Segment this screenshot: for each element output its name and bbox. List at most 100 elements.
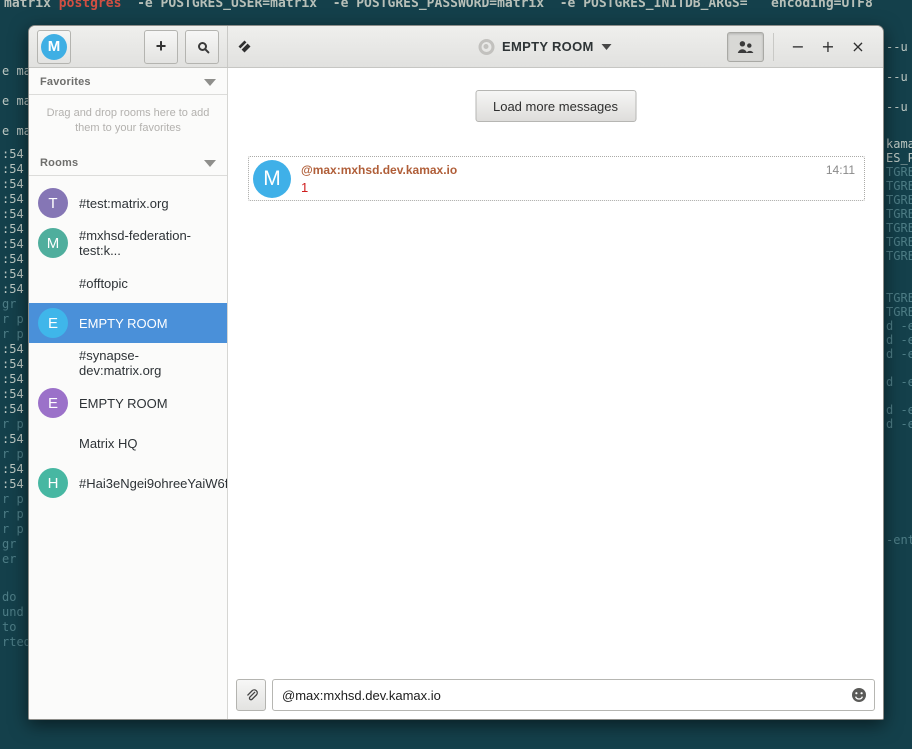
rooms-collapse-icon [204, 160, 216, 167]
terminal-text-fragment: gr [2, 297, 16, 311]
room-list-item[interactable]: T #test:matrix.org [29, 183, 227, 223]
room-name: #synapse-dev:matrix.org [79, 348, 218, 378]
maximize-button[interactable]: + [813, 32, 843, 62]
room-list-item[interactable]: E EMPTY ROOM [29, 383, 227, 423]
terminal-text-fragment: e ma [2, 124, 31, 138]
terminal-text-fragment: :54 [2, 342, 24, 356]
terminal-text-fragment: :54 [2, 357, 24, 371]
room-list-item[interactable]: E EMPTY ROOM [29, 303, 227, 343]
terminal-text-fragment: TGRE [886, 249, 912, 263]
room-avatar: T [38, 188, 68, 218]
terminal-text-fragment: e ma [2, 64, 31, 78]
attach-file-button[interactable] [236, 679, 266, 711]
user-account-button[interactable]: M [37, 30, 71, 64]
rooms-label: Rooms [40, 157, 78, 169]
chat-header: EMPTY ROOM − + × [228, 26, 883, 67]
terminal-text-fragment: und [2, 605, 24, 619]
terminal-text-fragment: d -e [886, 417, 912, 431]
room-avatar: H [38, 468, 68, 498]
favorites-label: Favorites [40, 76, 91, 88]
terminal-top-line: matrix postgres -e POSTGRES_USER=matrix … [4, 0, 873, 11]
terminal-left-edge: e mae mae ma:54:54:54:54:54:54:54:54:54:… [2, 0, 30, 749]
terminal-text-fragment: :54 [2, 432, 24, 446]
emoji-button[interactable] [851, 687, 867, 703]
terminal-text-fragment: TGRE [886, 207, 912, 221]
header-bar: M + EMPTY ROOM [29, 26, 883, 68]
message-input[interactable] [272, 679, 875, 711]
favorites-section-header[interactable]: Favorites [29, 76, 227, 95]
terminal-text-fragment: TGRE [886, 291, 912, 305]
terminal-text-fragment: :54 [2, 207, 24, 221]
close-button[interactable]: × [843, 32, 873, 62]
room-list-item[interactable]: #offtopic [29, 263, 227, 303]
terminal-text-fragment: --u [886, 70, 908, 84]
search-button[interactable] [185, 30, 219, 64]
window-controls: − + × [727, 32, 873, 62]
room-menu-icon[interactable] [238, 40, 251, 53]
terminal-text-fragment: TGRE [886, 193, 912, 207]
room-title-dropdown[interactable]: EMPTY ROOM [478, 26, 612, 67]
room-list-item[interactable]: M #mxhsd-federation-test:k... [29, 223, 227, 263]
room-name: EMPTY ROOM [79, 396, 168, 411]
room-list-item[interactable]: H #Hai3eNgei9ohreeYaiW6f... [29, 463, 227, 503]
minimize-button[interactable]: − [783, 32, 813, 62]
terminal-text-fragment: :54 [2, 177, 24, 191]
rooms-section-header[interactable]: Rooms [29, 157, 227, 176]
screen: matrix postgres -e POSTGRES_USER=matrix … [0, 0, 912, 749]
terminal-text-fragment: :54 [2, 462, 24, 476]
terminal-text-fragment: d -e [886, 347, 912, 361]
room-title: EMPTY ROOM [502, 39, 594, 54]
terminal-text-fragment: TGRE [886, 221, 912, 235]
terminal-text-fragment: :54 [2, 282, 24, 296]
user-avatar: M [41, 34, 67, 60]
terminal-text-fragment: gr [2, 537, 16, 551]
room-avatar: M [38, 228, 68, 258]
compose-bar [228, 674, 883, 719]
terminal-text-fragment: r p [2, 327, 24, 341]
terminal-text-fragment: :54 [2, 162, 24, 176]
terminal-text-fragment: -ent [886, 533, 912, 547]
terminal-text-fragment: :54 [2, 477, 24, 491]
favorites-hint: Drag and drop rooms here to add them to … [42, 106, 214, 136]
message-avatar: M [253, 160, 291, 198]
terminal-text-fragment: --u [886, 100, 908, 114]
add-room-button[interactable]: + [144, 30, 178, 64]
room-name: Matrix HQ [79, 436, 138, 451]
terminal-text-fragment: TGRE [886, 179, 912, 193]
terminal-text-fragment: :54 [2, 372, 24, 386]
terminal-command-highlight: postgres [59, 0, 122, 11]
room-list-item[interactable]: #synapse-dev:matrix.org [29, 343, 227, 383]
room-name: #offtopic [79, 276, 128, 291]
message-item[interactable]: M @max:mxhsd.dev.kamax.io 1 14:11 [248, 156, 865, 201]
terminal-text-fragment: kama [886, 137, 912, 151]
load-more-messages-button[interactable]: Load more messages [475, 90, 636, 122]
message-area: Load more messages M @max:mxhsd.dev.kama… [228, 68, 883, 674]
terminal-text-fragment: TGRE [886, 235, 912, 249]
terminal-text-fragment: :54 [2, 387, 24, 401]
chat-pane: Load more messages M @max:mxhsd.dev.kama… [228, 68, 883, 719]
room-avatar: E [38, 388, 68, 418]
chevron-down-icon [602, 44, 612, 50]
message-body: 1 [301, 180, 457, 195]
terminal-text-fragment: --u [886, 40, 908, 54]
smiley-icon [851, 687, 867, 703]
terminal-text-fragment: rted [2, 635, 31, 649]
terminal-text-fragment: d -e [886, 333, 912, 347]
terminal-text-fragment: r p [2, 522, 24, 536]
members-button[interactable] [727, 32, 764, 62]
terminal-text-fragment: ES_P [886, 151, 912, 165]
terminal-text-fragment: :54 [2, 222, 24, 236]
terminal-text-fragment: r p [2, 417, 24, 431]
room-icon [478, 39, 494, 55]
terminal-text-fragment: to [2, 620, 16, 634]
terminal-text-fragment: :54 [2, 252, 24, 266]
terminal-text-fragment: :54 [2, 147, 24, 161]
terminal-text-fragment: r p [2, 312, 24, 326]
people-icon [737, 40, 754, 54]
room-name: #mxhsd-federation-test:k... [79, 228, 218, 258]
terminal-text-fragment: er [2, 552, 16, 566]
terminal-text-fragment: e ma [2, 94, 31, 108]
sidebar-header: M + [29, 26, 228, 67]
room-list-item[interactable]: Matrix HQ [29, 423, 227, 463]
room-name: EMPTY ROOM [79, 316, 168, 331]
